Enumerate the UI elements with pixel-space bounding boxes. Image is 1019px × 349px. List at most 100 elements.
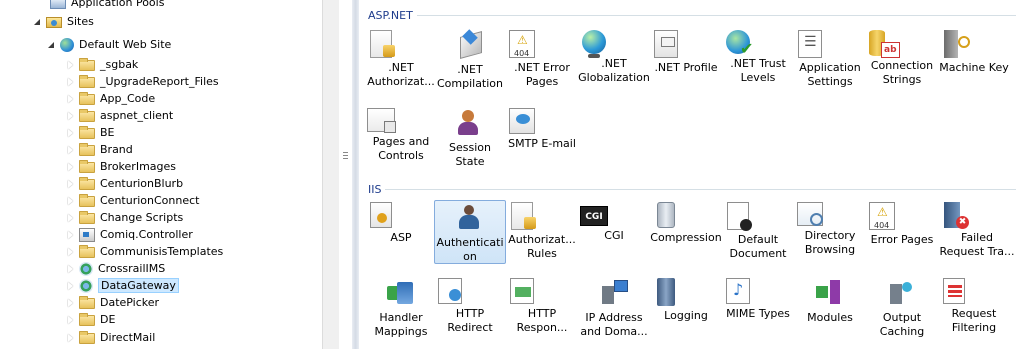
feature-label: Machine Key <box>939 61 1009 74</box>
feature-net-profile[interactable]: .NET Profile <box>650 28 722 92</box>
tree-item-label: Brand <box>100 143 133 156</box>
tree-item-label: Comiq.Controller <box>100 228 193 241</box>
feature-mime-types[interactable]: MIME Types <box>722 276 794 340</box>
expand-closed-icon[interactable] <box>66 145 75 154</box>
expand-closed-icon[interactable] <box>66 111 75 120</box>
profile-icon <box>654 30 678 58</box>
feature-request-filtering[interactable]: Request Filtering <box>938 276 1010 340</box>
compression-icon <box>657 202 675 228</box>
expand-closed-icon[interactable] <box>66 162 75 171</box>
feature-label: HTTP <box>455 307 485 320</box>
feature-net-trust-levels[interactable]: .NET Trust Levels <box>722 28 794 92</box>
tree-item-default-web-site[interactable]: Default Web Site <box>47 36 171 53</box>
tree-item-folder[interactable]: CenturionConnect <box>66 192 199 209</box>
tree-item-folder[interactable]: Brand <box>66 141 133 158</box>
feature-label: Request Tra... <box>939 245 1015 258</box>
tree-item-application[interactable]: Comiq.Controller <box>66 226 193 243</box>
feature-net-compilation[interactable]: .NET Compilation <box>434 28 506 92</box>
expand-closed-icon[interactable] <box>66 196 75 205</box>
expand-closed-icon[interactable] <box>66 94 75 103</box>
feature-net-error-pages[interactable]: .NET Error Pages <box>506 28 578 92</box>
tree-item-folder[interactable]: DatePicker <box>66 294 159 311</box>
expand-closed-icon[interactable] <box>66 230 75 239</box>
feature-net-authorization[interactable]: .NET Authorizat... <box>365 28 437 92</box>
feature-pages-and-controls[interactable]: Pages and Controls <box>365 106 437 170</box>
feature-logging[interactable]: Logging <box>650 276 722 340</box>
tree-item-folder[interactable]: _UpgradeReport_Files <box>66 73 219 90</box>
feature-net-globalization[interactable]: .NET Globalization <box>578 28 650 92</box>
tree-item-folder[interactable]: aspnet_client <box>66 107 173 124</box>
session-state-icon <box>454 108 486 138</box>
feature-directory-browsing[interactable]: Directory Browsing <box>794 200 866 264</box>
feature-ip-address-domain[interactable]: IP Address and Doma... <box>578 276 650 340</box>
expand-closed-icon[interactable] <box>66 315 75 324</box>
handler-mappings-icon <box>385 278 417 308</box>
expand-closed-icon[interactable] <box>66 333 75 342</box>
feature-handler-mappings[interactable]: Handler Mappings <box>365 276 437 340</box>
feature-label: .NET Error <box>514 61 570 74</box>
expand-closed-icon[interactable] <box>66 60 75 69</box>
feature-label: Error Pages <box>870 233 934 246</box>
tree-item-folder[interactable]: DirectMail <box>66 329 155 346</box>
tree-item-web-app[interactable]: CrossrailIMS <box>66 260 165 277</box>
tree-item-label: CenturionBlurb <box>100 177 184 190</box>
tree-item-folder[interactable]: CommunisisTemplates <box>66 243 223 260</box>
expand-closed-icon[interactable] <box>66 247 75 256</box>
tree-item-label: CrossrailIMS <box>98 262 166 275</box>
tree-item-folder[interactable]: BrokerImages <box>66 158 176 175</box>
splitter-grip-icon[interactable] <box>343 152 349 162</box>
feature-label: Output <box>882 311 922 324</box>
feature-asp[interactable]: ASP <box>365 200 437 264</box>
expand-open-icon[interactable] <box>33 17 42 26</box>
feature-authorization-rules[interactable]: Authorizat... Rules <box>506 200 578 264</box>
tree-item-folder[interactable]: _sgbak <box>66 56 138 73</box>
feature-http-redirect[interactable]: HTTP Redirect <box>434 276 506 340</box>
feature-application-settings[interactable]: Application Settings <box>794 28 866 92</box>
compilation-icon <box>454 30 486 60</box>
feature-modules[interactable]: Modules <box>794 276 866 340</box>
tree-item-folder[interactable]: BE <box>66 124 115 141</box>
expand-closed-icon[interactable] <box>66 264 75 273</box>
tree-item-folder[interactable]: CenturionBlurb <box>66 175 183 192</box>
tree-item-folder[interactable]: Change Scripts <box>66 209 183 226</box>
directory-browsing-icon <box>797 202 823 226</box>
feature-compression[interactable]: Compression <box>650 200 722 264</box>
tree-item-application-pools[interactable]: Application Pools <box>50 0 164 11</box>
feature-cgi[interactable]: CGI CGI <box>578 200 650 264</box>
tree-scrollbar[interactable] <box>322 0 339 349</box>
feature-label: .NET <box>457 63 483 76</box>
tree-item-folder[interactable]: DE <box>66 311 115 328</box>
folder-icon <box>79 211 95 224</box>
feature-default-document[interactable]: Default Document <box>722 200 794 264</box>
expand-closed-icon[interactable] <box>66 281 75 290</box>
folder-icon <box>79 313 95 326</box>
feature-failed-request-tracing[interactable]: Failed Request Tra... <box>938 200 1016 264</box>
expand-closed-icon[interactable] <box>66 298 75 307</box>
connections-tree[interactable]: Application Pools Sites Default Web Site… <box>0 0 322 349</box>
expand-closed-icon[interactable] <box>66 77 75 86</box>
feature-label: Failed <box>961 231 993 244</box>
expand-closed-icon[interactable] <box>66 213 75 222</box>
default-document-icon <box>727 202 752 231</box>
tree-item-web-app-selected[interactable]: DataGateway <box>66 277 179 294</box>
expand-open-icon[interactable] <box>47 40 56 49</box>
feature-session-state[interactable]: Session State <box>434 106 506 170</box>
expand-closed-icon[interactable] <box>66 179 75 188</box>
tree-item-folder[interactable]: App_Code <box>66 90 155 107</box>
feature-connection-strings[interactable]: Connection Strings <box>866 28 938 92</box>
feature-label: Directory <box>804 229 856 242</box>
feature-smtp-email[interactable]: SMTP E-mail <box>506 106 578 170</box>
pane-splitter[interactable] <box>352 0 359 349</box>
doc-lock-icon <box>511 202 536 230</box>
feature-label: Browsing <box>804 243 856 256</box>
feature-output-caching[interactable]: Output Caching <box>866 276 938 340</box>
tree-item-label: DE <box>100 313 116 326</box>
feature-http-response-headers[interactable]: HTTP Respon... <box>506 276 578 340</box>
asp-certificate-icon <box>370 202 392 228</box>
feature-error-pages[interactable]: Error Pages <box>866 200 938 264</box>
feature-machine-key[interactable]: Machine Key <box>938 28 1010 92</box>
tree-item-label: aspnet_client <box>100 109 174 122</box>
expand-closed-icon[interactable] <box>66 128 75 137</box>
tree-item-sites[interactable]: Sites <box>33 13 94 30</box>
feature-authentication-selected[interactable]: Authenticati on <box>434 200 506 264</box>
